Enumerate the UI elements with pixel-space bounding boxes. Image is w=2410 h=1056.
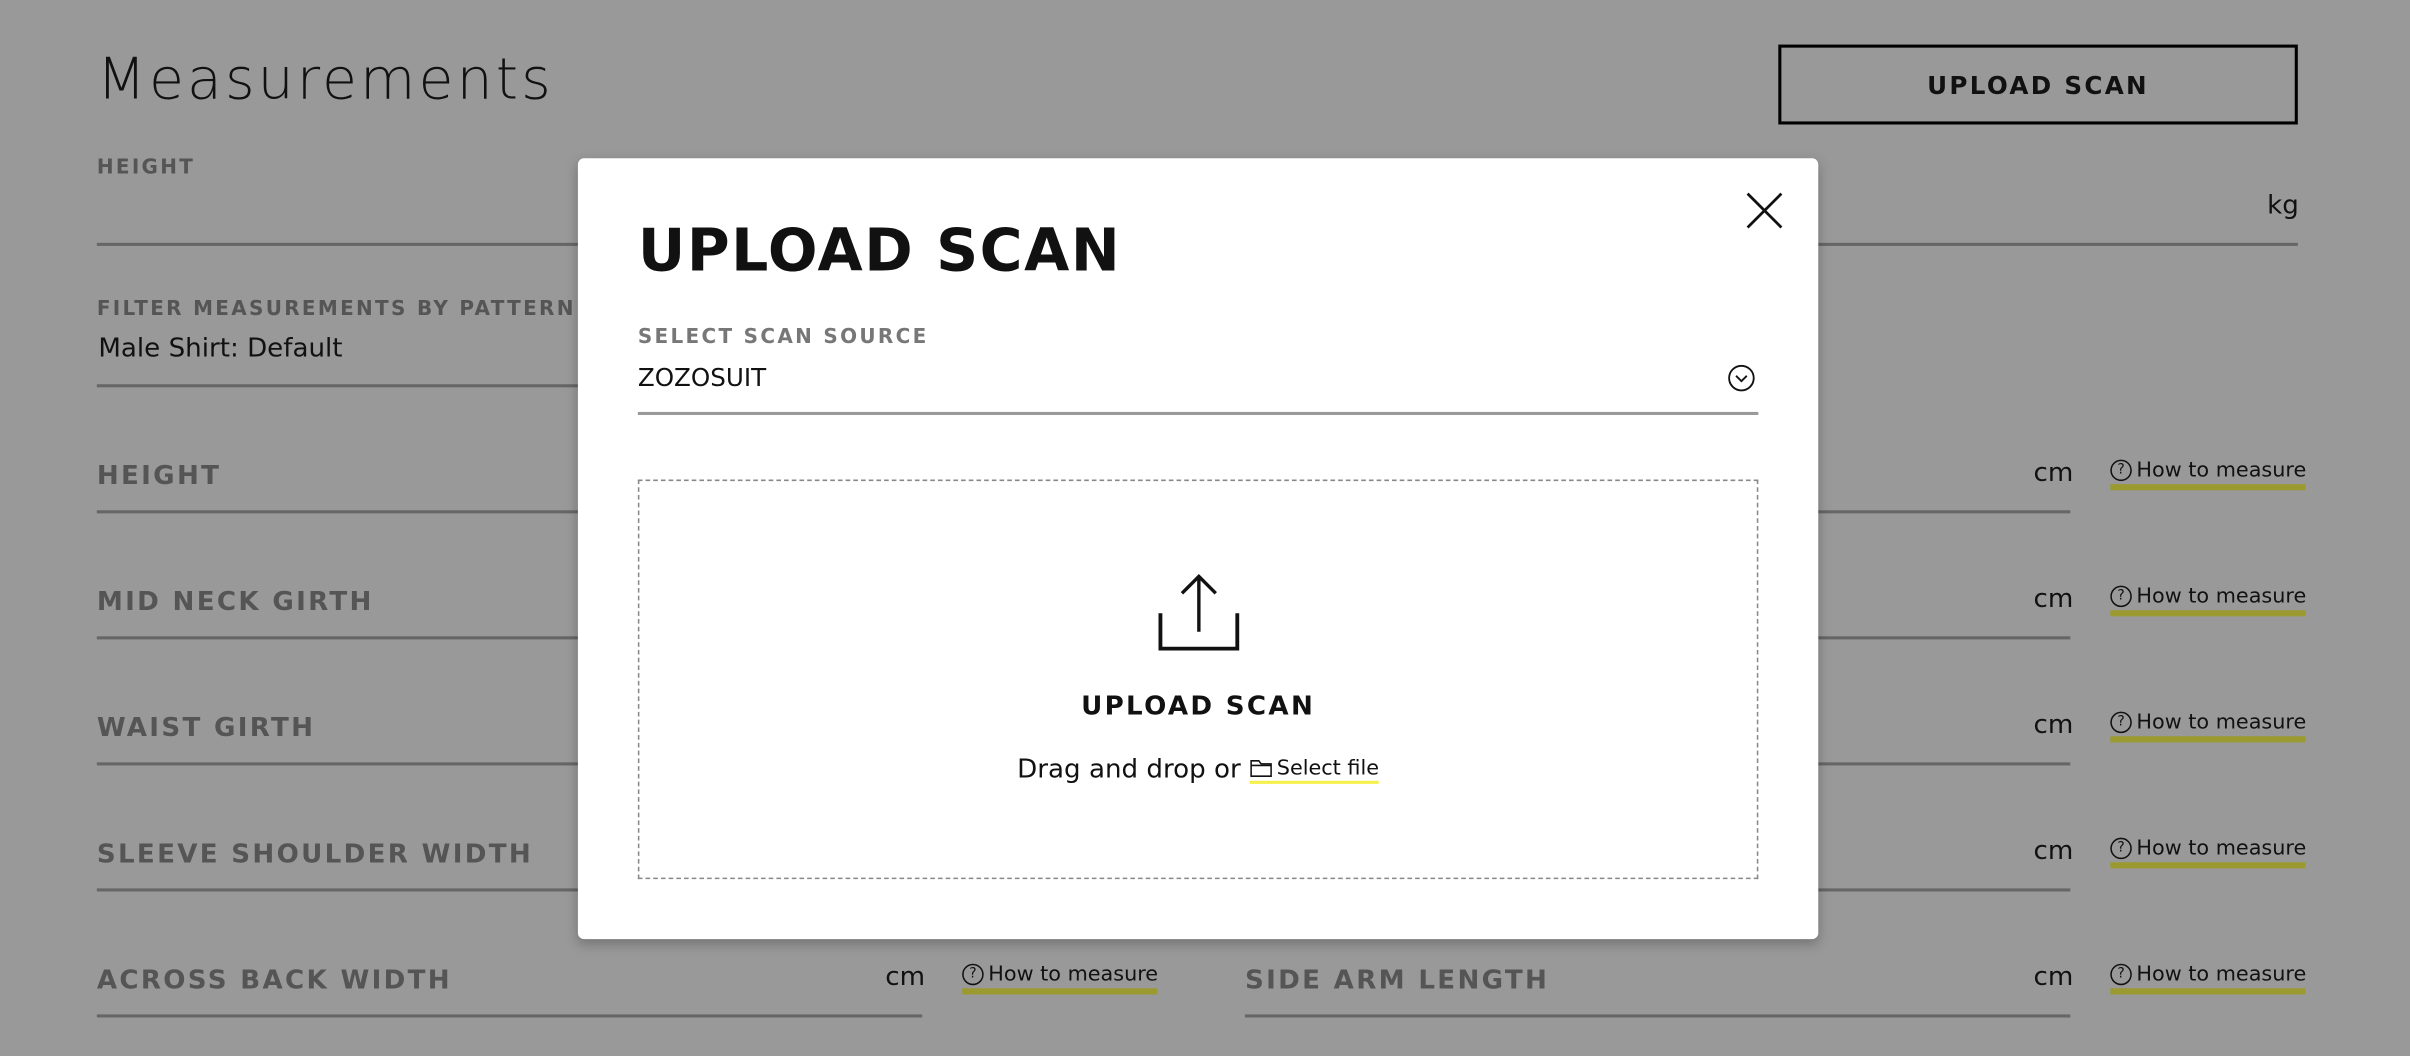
- scan-source-select[interactable]: ZOZOSUIT: [638, 363, 766, 392]
- dropzone-text: Drag and drop or Select file: [639, 754, 1756, 786]
- drag-drop-text: Drag and drop or: [1017, 754, 1241, 786]
- unit-label: cm: [885, 962, 926, 993]
- link-text: How to measure: [2136, 836, 2307, 861]
- unit-label: cm: [2033, 458, 2074, 489]
- unit-label: cm: [2033, 710, 2074, 741]
- how-to-measure-link[interactable]: ? How to measure: [2110, 710, 2307, 743]
- unit-label: cm: [2033, 836, 2074, 867]
- link-text: How to measure: [2136, 962, 2307, 987]
- page-title: Measurements: [96, 46, 554, 113]
- question-circle-icon: ?: [2110, 585, 2132, 608]
- select-file-text: Select file: [1276, 756, 1379, 781]
- how-to-measure-link[interactable]: ? How to measure: [2110, 836, 2307, 869]
- select-file-link[interactable]: Select file: [1249, 756, 1379, 784]
- question-circle-icon: ?: [2110, 963, 2132, 986]
- dropzone-title: UPLOAD SCAN: [1081, 691, 1316, 723]
- side-arm-length-input[interactable]: [1244, 1014, 2071, 1018]
- question-circle-icon: ?: [2110, 459, 2132, 482]
- question-circle-icon: ?: [962, 963, 984, 986]
- how-to-measure-link[interactable]: ? How to measure: [2110, 962, 2307, 995]
- weight-unit: kg: [2267, 190, 2299, 222]
- how-to-measure-link[interactable]: ? How to measure: [2110, 584, 2307, 617]
- file-dropzone[interactable]: UPLOAD SCAN Drag and drop or Select file: [637, 479, 1759, 880]
- chevron-down-circle-icon[interactable]: [1728, 364, 1756, 392]
- unit-label: cm: [2033, 584, 2074, 615]
- row-label-mid-neck-girth: MID NECK GIRTH: [96, 587, 374, 618]
- row-label-sleeve-shoulder-width: SLEEVE SHOULDER WIDTH: [96, 839, 534, 870]
- filter-label: FILTER MEASUREMENTS BY PATTERN: [96, 298, 576, 322]
- height-field-label: HEIGHT: [96, 156, 196, 180]
- upload-scan-button[interactable]: UPLOAD SCAN: [1778, 44, 2298, 125]
- close-icon[interactable]: [1744, 191, 1784, 231]
- across-back-width-input[interactable]: [96, 1014, 923, 1018]
- row-label-height: HEIGHT: [96, 461, 222, 492]
- link-text: How to measure: [2136, 584, 2307, 609]
- upload-icon: [1158, 573, 1240, 651]
- link-text: How to measure: [2136, 710, 2307, 735]
- row-label-waist-girth: WAIST GIRTH: [96, 713, 316, 744]
- filter-select-value[interactable]: Male Shirt: Default: [98, 334, 342, 365]
- row-label-side-arm-length: SIDE ARM LENGTH: [1244, 965, 1550, 996]
- folder-icon: [1249, 760, 1272, 777]
- link-text: How to measure: [988, 962, 1159, 987]
- unit-label: cm: [2033, 962, 2074, 993]
- scan-source-underline: [637, 411, 1759, 415]
- how-to-measure-link[interactable]: ? How to measure: [962, 962, 1159, 995]
- link-text: How to measure: [2136, 458, 2307, 483]
- question-circle-icon: ?: [2110, 711, 2132, 734]
- upload-scan-modal: UPLOAD SCAN SELECT SCAN SOURCE ZOZOSUIT …: [577, 158, 1819, 940]
- row-label-across-back-width: ACROSS BACK WIDTH: [96, 965, 452, 996]
- question-circle-icon: ?: [2110, 837, 2132, 860]
- modal-title: UPLOAD SCAN: [637, 216, 1122, 285]
- measurements-page: Measurements UPLOAD SCAN HEIGHT kg FILTE…: [0, 0, 2410, 1056]
- scan-source-label: SELECT SCAN SOURCE: [637, 325, 929, 349]
- how-to-measure-link[interactable]: ? How to measure: [2110, 458, 2307, 491]
